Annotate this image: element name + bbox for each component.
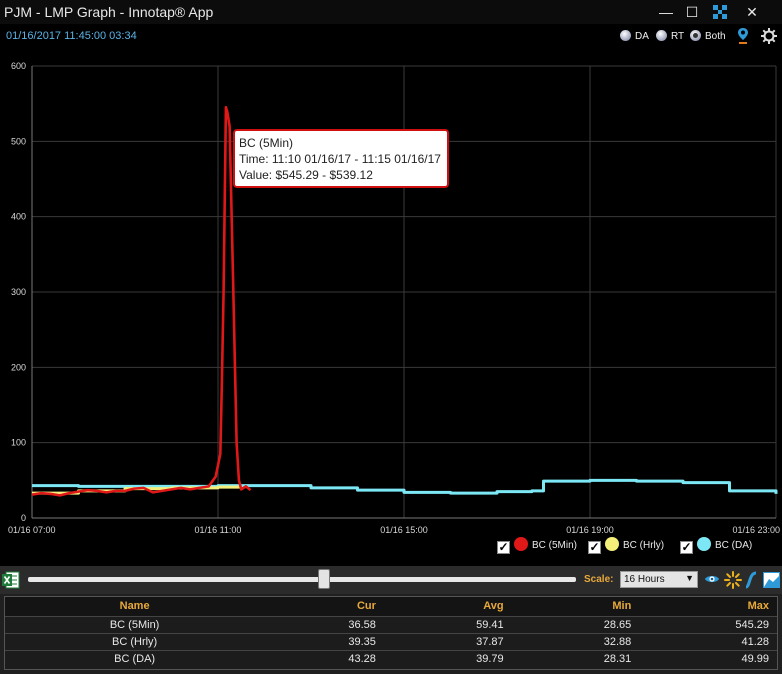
eye-icon[interactable] [704, 571, 720, 587]
timestamp: 01/16/2017 11:45:00 03:34 [6, 30, 137, 42]
cell-max: 545.29 [639, 615, 777, 633]
header-bar: 01/16/2017 11:45:00 03:34 DA RT Both [0, 24, 782, 48]
legend-label: BC (Hrly) [623, 540, 665, 551]
maximize-button[interactable]: ☐ [678, 2, 706, 22]
cell-max: 49.99 [639, 649, 777, 667]
smooth-curve-icon[interactable] [744, 571, 760, 589]
scale-label: Scale: [584, 574, 614, 585]
cell-cur: 39.35 [264, 632, 384, 650]
y-tick-label: 100 [11, 438, 26, 448]
radio-da-label: DA [635, 31, 649, 42]
column-header-min[interactable]: Min [511, 597, 640, 616]
legend-swatch [697, 537, 711, 551]
radio-rt[interactable]: RT [656, 30, 684, 44]
legend-label: BC (5Min) [532, 540, 578, 551]
area-chart-icon[interactable] [763, 571, 780, 589]
time-slider-thumb[interactable] [317, 569, 330, 589]
chevron-down-icon: ▼ [685, 573, 694, 583]
cell-name: BC (DA) [5, 649, 265, 667]
gear-icon[interactable] [760, 27, 778, 45]
cell-min: 28.31 [511, 649, 640, 667]
radio-da-indicator [620, 30, 631, 41]
scale-dropdown[interactable]: 16 Hours ▼ [620, 571, 698, 588]
radio-rt-label: RT [671, 31, 685, 42]
legend-item-hrly[interactable]: ✓ BC (Hrly) [588, 537, 665, 554]
cell-avg: 39.79 [383, 649, 512, 667]
column-header-name[interactable]: Name [5, 597, 265, 616]
minimize-button[interactable]: — [652, 2, 680, 22]
app-window: PJM - LMP Graph - Innotap® App — ☐ ✕ 01/… [0, 0, 782, 674]
chart-svg[interactable]: 0 100 200 300 400 500 600 01/16 07:00 01/16 11:0… [0, 48, 782, 566]
legend-swatch [514, 537, 528, 551]
radio-rt-indicator [656, 30, 667, 41]
legend-checkbox[interactable]: ✓ [497, 541, 510, 554]
column-header-avg[interactable]: Avg [383, 597, 512, 616]
radio-both[interactable]: Both [690, 30, 726, 44]
loading-spinner-icon[interactable] [724, 571, 742, 589]
legend-checkbox[interactable]: ✓ [680, 541, 693, 554]
table-row[interactable]: BC (5Min) 36.58 59.41 28.65 545.29 [5, 615, 777, 633]
y-tick-label: 0 [21, 513, 26, 523]
column-header-max[interactable]: Max [639, 597, 777, 616]
x-tick-label: 01/16 19:00 [566, 525, 614, 535]
cell-min: 28.65 [511, 615, 640, 633]
column-header-cur[interactable]: Cur [264, 597, 384, 616]
cell-cur: 43.28 [264, 649, 384, 667]
time-slider-track[interactable] [28, 577, 576, 582]
radio-both-label: Both [705, 31, 726, 42]
y-tick-label: 500 [11, 136, 26, 146]
legend-swatch [605, 537, 619, 551]
radio-both-indicator [690, 30, 701, 41]
legend-item-da[interactable]: ✓ BC (DA) [680, 537, 753, 554]
y-tick-label: 400 [11, 212, 26, 222]
stats-header-row: Name Cur Avg Min Max [5, 597, 777, 616]
cell-name: BC (5Min) [5, 615, 265, 633]
y-tick-label: 200 [11, 362, 26, 372]
legend-checkbox[interactable]: ✓ [588, 541, 601, 554]
x-tick-label: 01/16 23:00 [732, 525, 780, 535]
lmp-chart[interactable]: 0 100 200 300 400 500 600 01/16 07:00 01/16 11:0… [0, 48, 782, 566]
close-button[interactable]: ✕ [738, 2, 766, 22]
legend-item-5min[interactable]: ✓ BC (5Min) [497, 537, 578, 554]
x-tick-label: 01/16 07:00 [8, 525, 56, 535]
legend-label: BC (DA) [715, 540, 753, 551]
table-row[interactable]: BC (DA) 43.28 39.79 28.31 49.99 [5, 649, 777, 667]
location-pin-icon[interactable] [737, 27, 749, 45]
window-title: PJM - LMP Graph - Innotap® App [4, 4, 214, 20]
table-row[interactable]: BC (Hrly) 39.35 37.87 32.88 41.28 [5, 632, 777, 650]
toolbar: Scale: 16 Hours ▼ [0, 566, 782, 594]
cell-min: 32.88 [511, 632, 640, 650]
title-bar: PJM - LMP Graph - Innotap® App — ☐ ✕ [0, 0, 782, 24]
cell-avg: 59.41 [383, 615, 512, 633]
cell-cur: 36.58 [264, 615, 384, 633]
grid-layout-icon [713, 5, 727, 19]
grid-layout-button[interactable] [706, 2, 734, 22]
excel-export-icon[interactable] [2, 571, 20, 589]
x-tick-label: 01/16 11:00 [195, 525, 242, 535]
cell-avg: 37.87 [383, 632, 512, 650]
chart-tooltip: BC (5Min) Time: 11:10 01/16/17 - 11:15 0… [233, 129, 449, 188]
y-tick-label: 300 [11, 287, 26, 297]
tooltip-value: Value: $545.29 - $539.12 [239, 168, 373, 182]
cell-name: BC (Hrly) [5, 632, 265, 650]
tooltip-series: BC (5Min) [239, 136, 294, 150]
x-tick-label: 01/16 15:00 [380, 525, 428, 535]
cell-max: 41.28 [639, 632, 777, 650]
stats-table-panel: Name Cur Avg Min Max BC (5Min) 36.58 59.… [4, 596, 778, 670]
scale-dropdown-value: 16 Hours [624, 574, 665, 585]
radio-da[interactable]: DA [620, 30, 649, 44]
stats-table: Name Cur Avg Min Max BC (5Min) 36.58 59.… [5, 597, 777, 667]
tooltip-time: Time: 11:10 01/16/17 - 11:15 01/16/17 [239, 152, 441, 166]
y-tick-label: 600 [11, 61, 26, 71]
